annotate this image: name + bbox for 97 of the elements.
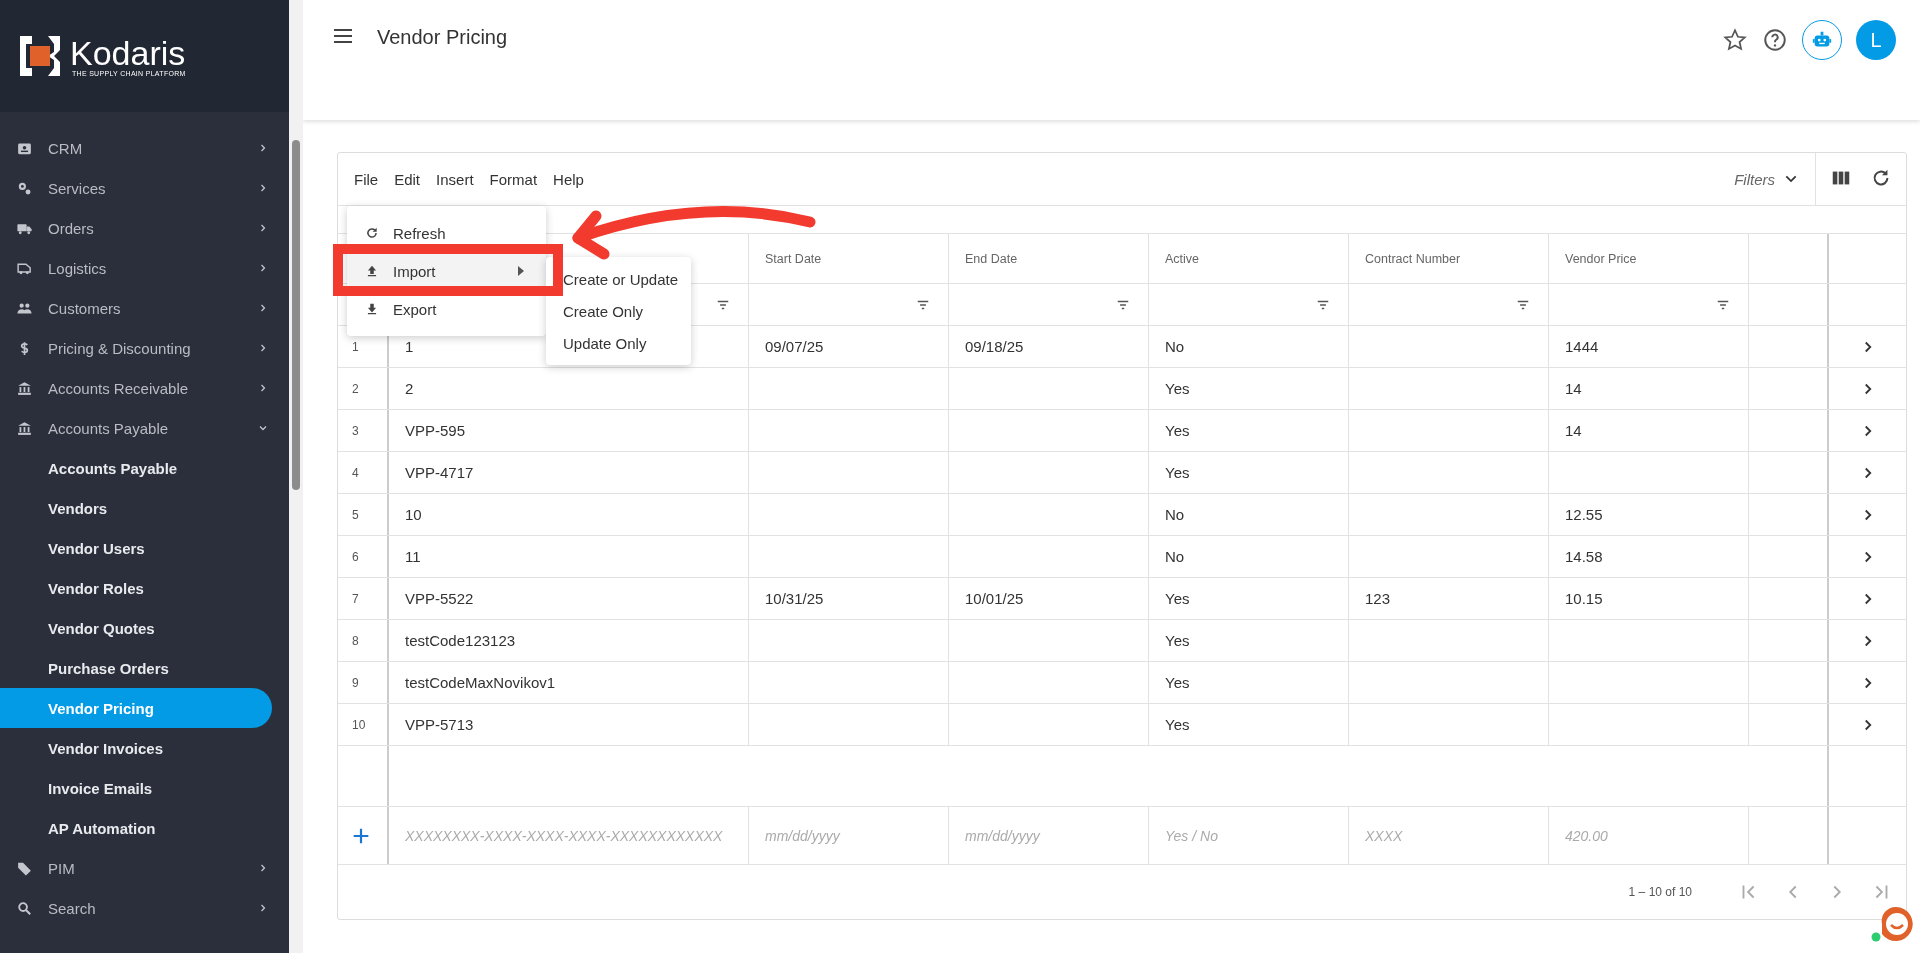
column-header[interactable]: End Date [965,251,1018,266]
download-icon [365,302,379,316]
table-cell: 10/01/25 [965,590,1024,607]
column-header[interactable]: Active [1165,251,1200,266]
table-cell: 09/07/25 [765,338,824,355]
pagination-range: 1 – 10 of 10 [1628,885,1692,899]
table-cell: testCode123123 [405,632,516,649]
submenu-arrow-icon [516,265,526,277]
menu-option[interactable]: Create or Update [546,263,691,295]
table-cell: 09/18/25 [965,338,1024,355]
table-cell: Yes [1165,464,1190,481]
table-cell: No [1165,506,1185,523]
nav-subitem[interactable]: Vendors [0,488,272,528]
row-number: 6 [352,549,359,564]
nav-item[interactable]: Accounts Payable [0,408,289,448]
nav-subitem[interactable]: Purchase Orders [0,648,272,688]
nav-subitem[interactable]: Vendor Invoices [0,728,272,768]
placeholder-text: XXXXXXXX-XXXX-XXXX-XXXX-XXXXXXXXXXXX [405,827,723,844]
table-cell: 10 [405,506,422,523]
row-number: 7 [352,591,359,606]
placeholder-text: mm/dd/yyyy [965,827,1040,844]
table-cell: Yes [1165,422,1190,439]
table-cell: 14.58 [1565,548,1603,565]
menu-item[interactable]: Format [489,170,538,188]
brand-name: Kodaris [70,35,186,70]
table-cell: Yes [1165,716,1190,733]
nav-item[interactable]: Logistics [0,248,289,288]
table-cell: Yes [1165,380,1190,397]
row-number: 5 [352,507,359,522]
menu-item[interactable]: Help [553,170,584,188]
placeholder-text: XXXX [1365,827,1403,844]
table-cell: 10.15 [1565,590,1603,607]
row-number: 8 [352,633,359,648]
upload-icon [365,264,379,278]
menu-option[interactable]: Update Only [546,327,691,359]
nav-subitem[interactable]: Vendor Quotes [0,608,272,648]
row-number: 9 [352,675,359,690]
table-cell: VPP-4717 [405,464,474,481]
nav-subitem[interactable]: Invoice Emails [0,768,272,808]
table-cell: VPP-5713 [405,716,474,733]
nav-item[interactable]: Orders [0,208,289,248]
scrollbar-thumb[interactable] [292,140,300,490]
bank-icon [16,379,33,397]
table-cell: No [1165,338,1185,355]
nav-item[interactable]: PIM [0,848,289,888]
nav-subitem[interactable]: AP Automation [0,808,272,848]
menu-item[interactable]: Insert [436,170,474,188]
filters-dropdown[interactable]: Filters [1734,170,1775,188]
nav-item[interactable]: Services [0,168,289,208]
nav-item[interactable]: Pricing & Discounting [0,328,289,368]
nav-item[interactable]: Accounts Receivable [0,368,289,408]
row-number: 1 [352,339,359,354]
table-cell: Yes [1165,590,1190,607]
menu-item[interactable]: Edit [394,170,421,188]
refresh-icon [365,226,379,240]
menu-item[interactable]: File [354,170,379,188]
nav-item[interactable]: Customers [0,288,289,328]
table-cell: 14 [1565,380,1582,397]
nav-subitem[interactable]: Vendor Roles [0,568,272,608]
menu-option[interactable]: Refresh [347,214,546,252]
table-cell: Yes [1165,674,1190,691]
table-cell: 12.55 [1565,506,1603,523]
nav-item[interactable]: CRM [0,128,289,168]
row-number: 3 [352,423,359,438]
menu-option[interactable]: Export [347,290,546,328]
logo-icon [18,34,62,78]
nav-subitem[interactable]: Vendor Users [0,528,272,568]
column-header[interactable]: Contract Number [1365,251,1461,266]
placeholder-text: Yes / No [1165,827,1218,844]
table-cell: 1 [405,338,414,355]
placeholder-text: mm/dd/yyyy [765,827,840,844]
nav-subitem[interactable]: Accounts Payable [0,448,272,488]
table-cell: 11 [405,548,421,565]
row-number: 2 [352,381,359,396]
robot-button[interactable] [1802,20,1842,60]
table-cell: VPP-595 [405,422,466,439]
table-cell: testCodeMaxNovikov1 [405,674,556,691]
table-cell: 1444 [1565,338,1599,355]
star-icon[interactable] [1722,27,1748,53]
column-header[interactable]: Vendor Price [1565,251,1637,266]
page-title: Vendor Pricing [377,26,508,49]
placeholder-text: 420.00 [1565,827,1608,844]
table-cell: 10/31/25 [765,590,824,607]
table-cell: Yes [1165,632,1190,649]
row-number: 10 [352,717,366,732]
table-cell: 2 [405,380,414,397]
search-icon [16,899,33,917]
nav-item[interactable]: Search [0,888,289,928]
table-cell: VPP-5522 [405,590,474,607]
bank-icon [16,419,33,437]
help-icon[interactable] [1762,27,1788,53]
menu-option[interactable]: Create Only [546,295,691,327]
row-number: 4 [352,465,359,480]
table-cell: 14 [1565,422,1582,439]
table-cell: 123 [1365,590,1391,607]
table-cell: No [1165,548,1185,565]
column-header[interactable]: Start Date [765,251,822,266]
